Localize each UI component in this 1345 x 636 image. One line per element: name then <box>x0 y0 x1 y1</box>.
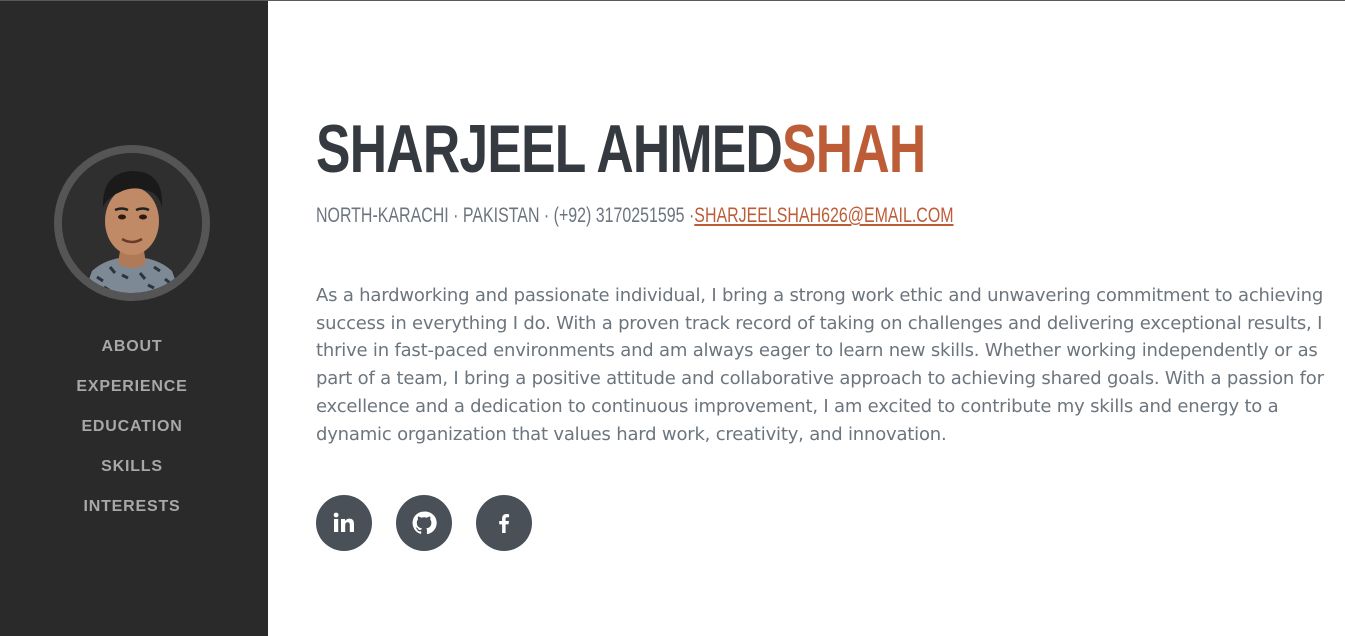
linkedin-button[interactable] <box>316 495 372 551</box>
first-name: SHARJEEL AHMED <box>316 111 783 187</box>
bio-line: part of a team, I bring a positive attit… <box>316 368 1324 390</box>
last-name: SHAH <box>782 111 926 187</box>
linkedin-icon <box>333 512 354 532</box>
bio-line: success in everything I do. With a prove… <box>316 312 1323 334</box>
profile-avatar-frame <box>54 145 210 301</box>
nav-item-interests: INTERESTS <box>0 487 264 527</box>
nav-link-skills[interactable]: SKILLS <box>101 458 163 476</box>
bio-line: dynamic organization that values hard wo… <box>316 423 947 445</box>
facebook-button[interactable] <box>476 495 532 551</box>
github-button[interactable] <box>396 495 452 551</box>
contact-line: NORTH-KARACHI · PAKISTAN · (+92) 3170251… <box>316 202 954 230</box>
profile-photo <box>62 153 202 293</box>
nav-link-education[interactable]: EDUCATION <box>81 418 182 436</box>
page-title: SHARJEEL AHMEDSHAH <box>316 104 926 194</box>
nav-link-about[interactable]: ABOUT <box>102 338 163 356</box>
about-section: SHARJEEL AHMEDSHAH NORTH-KARACHI · PAKIS… <box>316 0 1324 636</box>
email-link[interactable]: SHARJEELSHAH626@EMAIL.COM <box>694 204 953 227</box>
nav-item-skills: SKILLS <box>0 447 264 487</box>
facebook-icon <box>499 514 510 533</box>
bio-paragraph: As a hardworking and passionate individu… <box>316 282 1324 448</box>
address-text: NORTH-KARACHI · PAKISTAN · (+92) 3170251… <box>316 204 695 227</box>
nav-link-interests[interactable]: INTERESTS <box>84 498 181 516</box>
bio-line: As a hardworking and passionate individu… <box>316 285 1324 306</box>
nav-link-experience[interactable]: EXPERIENCE <box>76 378 187 396</box>
avatar <box>62 153 202 293</box>
sidebar: ABOUT EXPERIENCE EDUCATION SKILLS INTERE… <box>0 1 268 636</box>
bio-line: excellence and a dedication to continuou… <box>316 395 1279 417</box>
nav-item-experience: EXPERIENCE <box>0 367 264 407</box>
nav-item-education: EDUCATION <box>0 407 264 447</box>
nav-item-about: ABOUT <box>0 327 264 367</box>
bio-line: thrive in fast-paced environments and am… <box>316 340 1318 362</box>
sidebar-nav: ABOUT EXPERIENCE EDUCATION SKILLS INTERE… <box>0 327 264 527</box>
github-icon <box>412 511 437 535</box>
social-icons <box>316 495 532 551</box>
